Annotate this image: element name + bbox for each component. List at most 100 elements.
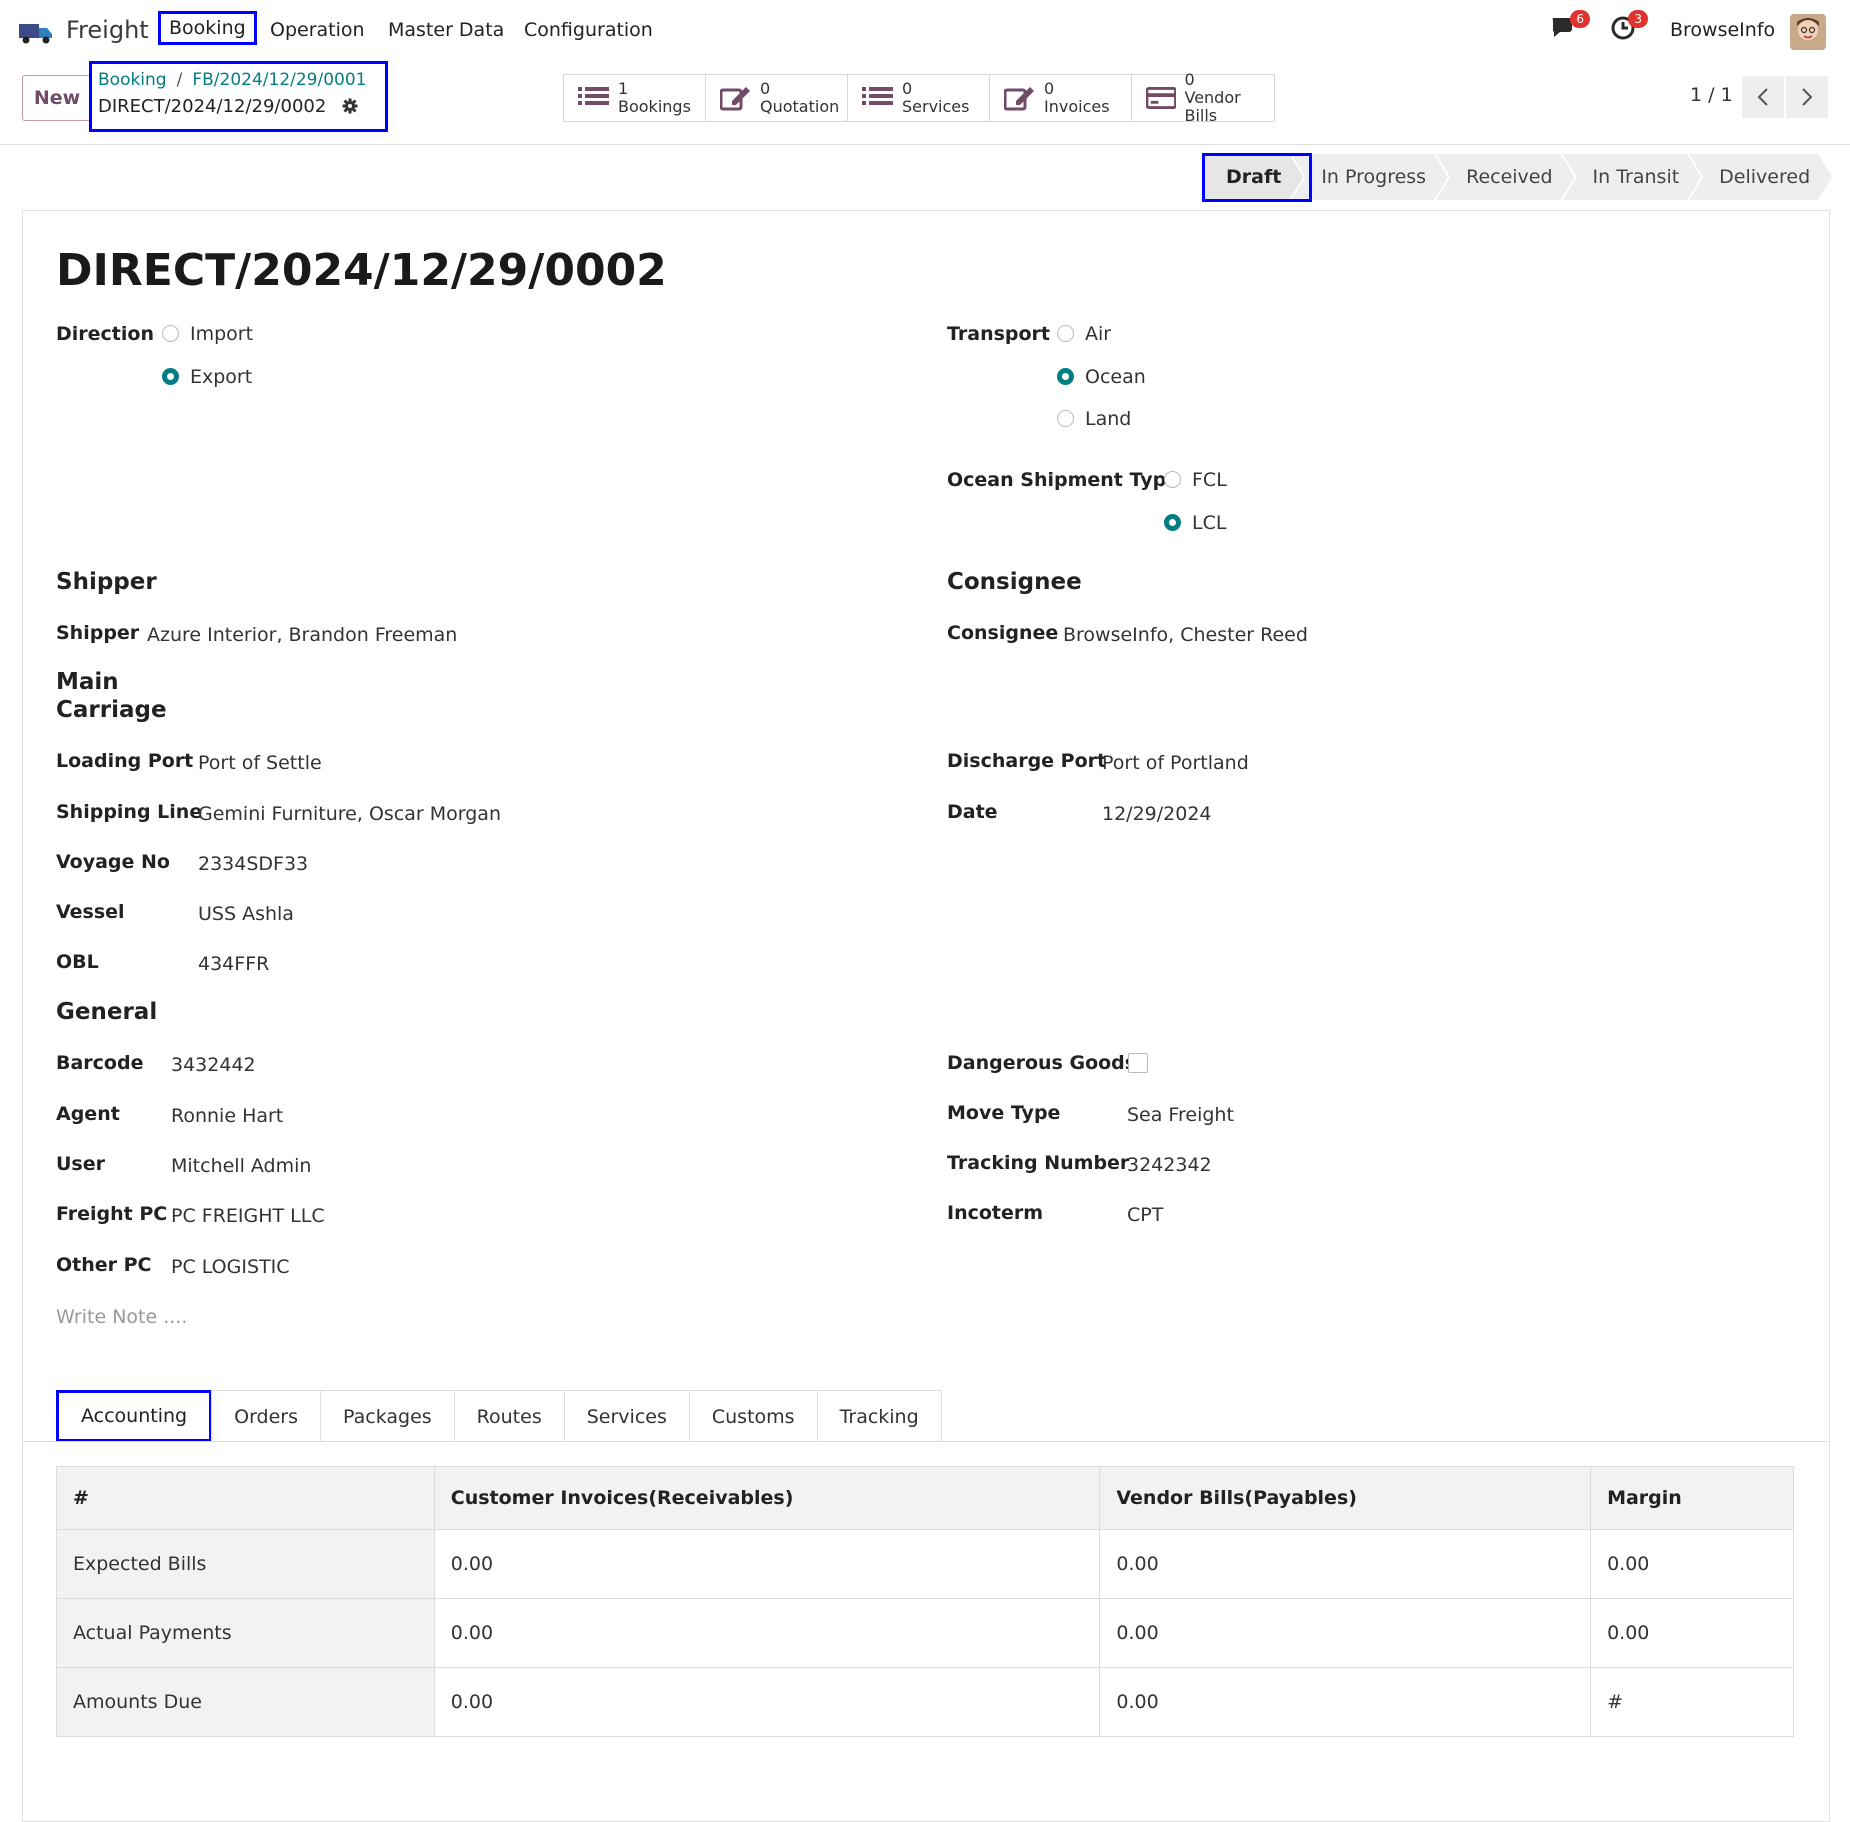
- tab-packages[interactable]: Packages: [320, 1390, 455, 1442]
- messages-button[interactable]: 6: [1550, 10, 1590, 44]
- agent-field[interactable]: Ronnie Hart: [171, 1105, 283, 1127]
- incoterm-field[interactable]: CPT: [1127, 1204, 1163, 1226]
- transport-air-label[interactable]: Air: [1085, 323, 1111, 345]
- user-field[interactable]: Mitchell Admin: [171, 1155, 311, 1177]
- voyage-no-field[interactable]: 2334SDF33: [198, 853, 308, 875]
- table-cell[interactable]: 0.00: [1590, 1529, 1794, 1599]
- edit-icon: [1004, 87, 1034, 111]
- incoterm-label: Incoterm: [947, 1202, 1044, 1224]
- row-label: Amounts Due: [56, 1667, 435, 1737]
- truck-icon[interactable]: [18, 18, 54, 44]
- discharge-port-field[interactable]: Port of Portland: [1102, 752, 1249, 774]
- obl-field[interactable]: 434FFR: [198, 953, 269, 975]
- shipper-field[interactable]: Azure Interior, Brandon Freeman: [147, 624, 457, 646]
- quotation-smart-button[interactable]: 0 Quotation: [706, 75, 848, 121]
- vendor-bills-smart-button[interactable]: 0 Vendor Bills: [1132, 71, 1274, 125]
- list-icon: [862, 87, 893, 105]
- status-bar: Draft In Progress Received In Transit De…: [1202, 154, 1820, 200]
- main-carriage-title-line1: Main: [56, 669, 119, 695]
- ocean-lcl-radio[interactable]: [1164, 514, 1181, 531]
- credit-card-icon: [1146, 87, 1177, 109]
- shipper-section-title: Shipper: [56, 569, 157, 595]
- table-cell[interactable]: 0.00: [1099, 1667, 1592, 1737]
- direction-export-radio[interactable]: [162, 368, 179, 385]
- activities-button[interactable]: 3: [1610, 10, 1648, 44]
- ocean-lcl-label[interactable]: LCL: [1192, 512, 1226, 534]
- direction-import-radio[interactable]: [162, 325, 179, 342]
- tracking-number-field[interactable]: 3242342: [1127, 1154, 1212, 1176]
- direction-export-label[interactable]: Export: [190, 366, 252, 388]
- new-button[interactable]: New: [22, 75, 92, 121]
- shipping-line-field[interactable]: Gemini Furniture, Oscar Morgan: [198, 803, 501, 825]
- app-name[interactable]: Freight: [66, 16, 149, 44]
- ocean-fcl-label[interactable]: FCL: [1192, 469, 1227, 491]
- gear-icon[interactable]: [342, 98, 358, 114]
- breadcrumb: Booking / FB/2024/12/29/0001 DIRECT/2024/1…: [89, 61, 388, 132]
- stage-in-progress[interactable]: In Progress: [1291, 154, 1448, 200]
- ocean-fcl-radio[interactable]: [1164, 471, 1181, 488]
- menu-booking[interactable]: Booking: [158, 11, 257, 45]
- stage-received[interactable]: Received: [1436, 154, 1574, 200]
- stage-delivered[interactable]: Delivered: [1689, 154, 1832, 200]
- table-cell[interactable]: 0.00: [1099, 1529, 1592, 1599]
- obl-label: OBL: [56, 951, 99, 973]
- transport-ocean-label[interactable]: Ocean: [1085, 366, 1146, 388]
- tab-accounting[interactable]: Accounting: [56, 1390, 213, 1442]
- pager-value[interactable]: 1 / 1: [1690, 84, 1733, 106]
- date-label: Date: [947, 801, 998, 823]
- other-pc-field[interactable]: PC LOGISTIC: [171, 1256, 290, 1278]
- main-carriage-title-line2: Carriage: [56, 697, 167, 723]
- ocean-shipment-type-label: Ocean Shipment Type: [947, 469, 1180, 491]
- vessel-field[interactable]: USS Ashla: [198, 903, 294, 925]
- move-type-field[interactable]: Sea Freight: [1127, 1104, 1234, 1126]
- pager-previous-button[interactable]: [1742, 76, 1784, 118]
- loading-port-field[interactable]: Port of Settle: [198, 752, 322, 774]
- freight-pc-field[interactable]: PC FREIGHT LLC: [171, 1205, 325, 1227]
- transport-air-radio[interactable]: [1057, 325, 1074, 342]
- note-field[interactable]: Write Note ....: [56, 1306, 187, 1328]
- activities-badge: 3: [1628, 10, 1648, 28]
- consignee-section-title: Consignee: [947, 569, 1082, 595]
- transport-land-label[interactable]: Land: [1085, 408, 1131, 430]
- transport-ocean-radio[interactable]: [1057, 368, 1074, 385]
- table-cell[interactable]: 0.00: [1099, 1598, 1592, 1668]
- tab-services[interactable]: Services: [563, 1390, 690, 1442]
- stage-in-transit[interactable]: In Transit: [1563, 154, 1702, 200]
- menu-operation[interactable]: Operation: [270, 19, 365, 41]
- direction-import-label[interactable]: Import: [190, 323, 253, 345]
- breadcrumb-booking[interactable]: Booking: [98, 70, 167, 90]
- other-pc-label: Other PC: [56, 1254, 152, 1276]
- bookings-smart-button[interactable]: 1 Bookings: [564, 75, 706, 121]
- invoices-smart-button[interactable]: 0 Invoices: [990, 75, 1132, 121]
- services-smart-button[interactable]: 0 Services: [848, 75, 990, 121]
- user-company-name[interactable]: BrowseInfo: [1670, 19, 1775, 41]
- table-cell[interactable]: 0.00: [1590, 1598, 1794, 1668]
- menu-master-data[interactable]: Master Data: [388, 19, 504, 41]
- user-avatar[interactable]: [1790, 14, 1826, 50]
- agent-label: Agent: [56, 1103, 120, 1125]
- voyage-no-label: Voyage No: [56, 851, 170, 873]
- pager-next-button[interactable]: [1786, 76, 1828, 118]
- tab-orders[interactable]: Orders: [211, 1390, 322, 1442]
- dangerous-goods-checkbox[interactable]: [1128, 1053, 1148, 1073]
- table-cell[interactable]: 0.00: [433, 1529, 1101, 1599]
- table-cell[interactable]: #: [1590, 1667, 1794, 1737]
- table-cell[interactable]: 0.00: [433, 1598, 1101, 1668]
- consignee-field[interactable]: BrowseInfo, Chester Reed: [1063, 624, 1308, 646]
- table-cell[interactable]: 0.00: [433, 1667, 1101, 1737]
- direction-label: Direction: [56, 323, 154, 345]
- tabs-divider: [22, 1441, 1828, 1442]
- stage-draft[interactable]: Draft: [1202, 154, 1303, 200]
- breadcrumb-parent-booking[interactable]: FB/2024/12/29/0001: [192, 70, 366, 90]
- menu-configuration[interactable]: Configuration: [524, 19, 653, 41]
- barcode-field[interactable]: 3432442: [171, 1054, 256, 1076]
- tab-customs[interactable]: Customs: [688, 1390, 818, 1442]
- control-panel: New Booking / FB/2024/12/29/0001 DIRECT/20…: [0, 61, 1850, 145]
- transport-land-radio[interactable]: [1057, 410, 1074, 427]
- date-field[interactable]: 12/29/2024: [1102, 803, 1212, 825]
- tab-routes[interactable]: Routes: [453, 1390, 565, 1442]
- table-row: Amounts Due 0.00 0.00 #: [56, 1667, 1794, 1737]
- tab-tracking[interactable]: Tracking: [816, 1390, 942, 1442]
- record-title[interactable]: DIRECT/2024/12/29/0002: [56, 245, 667, 296]
- edit-icon: [720, 87, 750, 111]
